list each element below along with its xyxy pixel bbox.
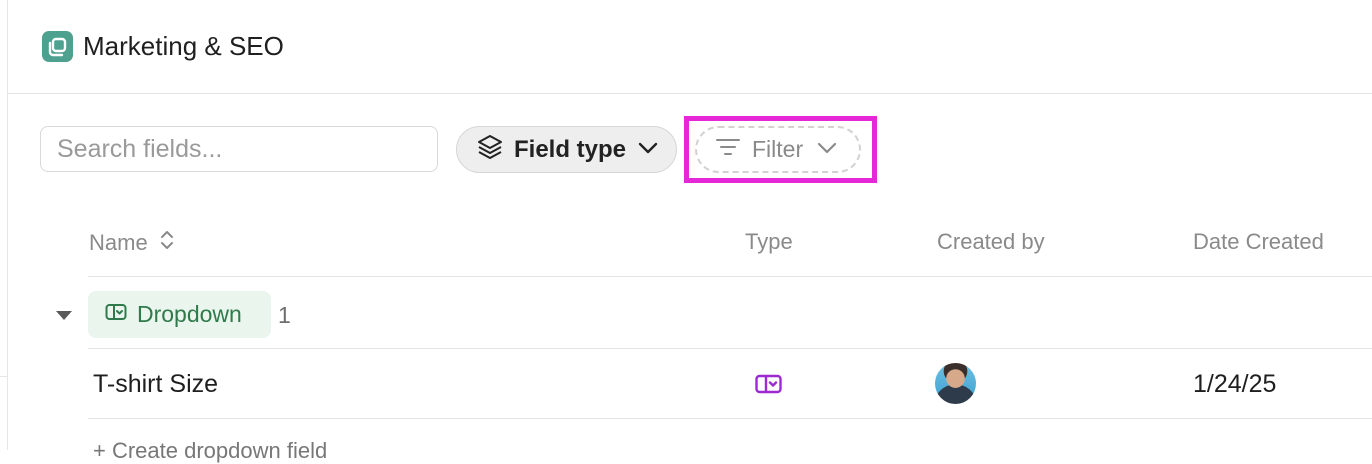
sort-icon[interactable] [160, 229, 174, 257]
group-count: 1 [278, 302, 291, 328]
layers-icon [476, 133, 504, 166]
dropdown-field-icon [755, 374, 783, 399]
page-header: Marketing & SEO [8, 0, 1372, 94]
filter-icon [716, 137, 740, 162]
chevron-down-icon [817, 141, 837, 159]
column-header-name-label: Name [89, 230, 148, 255]
column-header-name[interactable]: Name [89, 229, 174, 257]
table-divider [88, 418, 1372, 419]
table-divider [88, 348, 1372, 349]
create-field-row[interactable]: + Create dropdown field [93, 438, 327, 464]
collapse-caret-icon[interactable] [55, 308, 73, 326]
page-title: Marketing & SEO [83, 31, 284, 61]
group-badge-dropdown[interactable]: Dropdown [88, 291, 271, 338]
group-label: Dropdown [137, 301, 242, 327]
search-fields-input[interactable] [40, 126, 438, 172]
left-panel-rule [0, 376, 7, 377]
filter-button[interactable]: Filter [695, 126, 861, 173]
table-divider [88, 276, 1372, 277]
dropdown-field-icon [105, 303, 127, 326]
date-created-cell: 1/24/25 [1193, 370, 1277, 398]
column-header-created-by[interactable]: Created by [937, 229, 1045, 255]
field-type-label: Field type [514, 135, 627, 163]
chevron-down-icon [638, 141, 658, 159]
column-header-type[interactable]: Type [745, 229, 793, 255]
avatar[interactable] [935, 363, 976, 404]
column-header-date-created[interactable]: Date Created [1193, 229, 1324, 255]
space-icon [42, 31, 73, 62]
field-name-cell[interactable]: T-shirt Size [93, 370, 218, 399]
field-type-filter-button[interactable]: Field type [456, 126, 677, 173]
filter-label: Filter [752, 136, 804, 162]
